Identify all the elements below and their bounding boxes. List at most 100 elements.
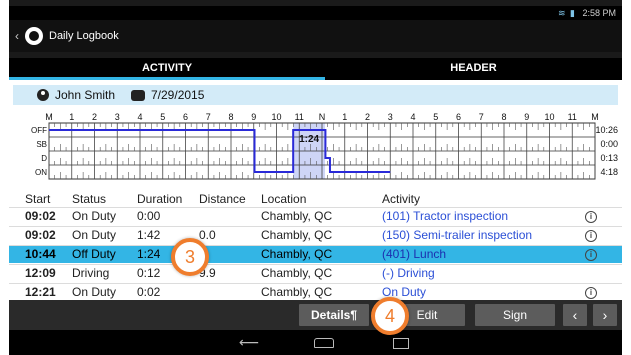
info-icon[interactable]: i xyxy=(585,249,597,261)
graph-hour-label: 9 xyxy=(251,112,256,122)
tab-activity[interactable]: ACTIVITY xyxy=(9,58,325,80)
row-status: On Duty xyxy=(72,209,117,223)
graph-hour-label: N xyxy=(319,112,326,122)
driver-name: John Smith xyxy=(55,88,116,102)
duty-status-graph[interactable]: M 1 2 3 4 5 6 7 8 9 10 11 N 1 2 3 4 5 6 7 8 9 10 11 M OFF SB D ON 10:… xyxy=(9,109,622,185)
table-row[interactable]: 09:02 On Duty 1:42 0.0 Chambly, QC (150)… xyxy=(9,226,622,244)
wifi-battery-icon: ≋ ▮ xyxy=(557,8,576,18)
details-button[interactable]: Details¶ xyxy=(299,304,369,326)
col-start[interactable]: Start xyxy=(25,191,50,207)
table-header: Start Status Duration Distance Location … xyxy=(9,191,622,207)
next-day-button[interactable]: › xyxy=(593,304,617,326)
graph-total: 0:13 xyxy=(600,153,618,163)
previous-day-button[interactable]: ‹ xyxy=(563,304,587,326)
graph-hour-label: 5 xyxy=(433,112,438,122)
row-location: Chambly, QC xyxy=(261,247,333,261)
graph-hour-label: 2 xyxy=(92,112,97,122)
row-start: 12:21 xyxy=(25,285,56,299)
graph-hour-label: 3 xyxy=(115,112,120,122)
graph-hour-label: 1 xyxy=(69,112,74,122)
graph-hour-label: M xyxy=(45,112,53,122)
row-duration: 0:12 xyxy=(137,266,161,280)
col-distance[interactable]: Distance xyxy=(199,191,246,207)
person-icon xyxy=(37,89,49,101)
row-status: On Duty xyxy=(72,285,117,299)
graph-hour-label: 10 xyxy=(544,112,554,122)
driver-bar: John Smith 7/29/2015 xyxy=(13,85,618,105)
app-logo-icon[interactable] xyxy=(25,27,43,45)
bottom-toolbar: Details¶ Edit Sign ‹ › xyxy=(9,300,622,330)
table-row[interactable]: 12:21 On Duty 0:02 Chambly, QC On Duty i xyxy=(9,283,622,301)
graph-total: 0:00 xyxy=(600,139,618,149)
graph-hour-label: 11 xyxy=(295,112,304,122)
graph-hour-label: 8 xyxy=(228,112,233,122)
row-status: On Duty xyxy=(72,228,117,242)
callout-marker-4: 4 xyxy=(371,297,409,335)
table-row[interactable]: 12:09 Driving 0:12 9.9 Chambly, QC (-) D… xyxy=(9,264,622,282)
graph-hour-label: 2 xyxy=(365,112,370,122)
graph-hour-label: 6 xyxy=(456,112,461,122)
row-start: 10:44 xyxy=(25,247,56,261)
graph-total: 10:26 xyxy=(595,125,618,135)
tab-bar: ACTIVITY HEADER xyxy=(9,58,622,80)
back-icon[interactable]: ‹ xyxy=(15,29,19,43)
row-activity[interactable]: (101) Tractor inspection xyxy=(382,208,508,225)
graph-hour-label: 11 xyxy=(568,112,577,122)
graph-hour-label: 5 xyxy=(160,112,165,122)
row-start: 09:02 xyxy=(25,209,56,223)
graph-total: 4:18 xyxy=(600,167,618,177)
callout-marker-3: 3 xyxy=(171,238,209,276)
nav-home-icon[interactable] xyxy=(314,338,334,348)
graph-status-label: SB xyxy=(36,140,47,149)
status-time: 2:58 PM xyxy=(582,8,616,18)
row-start: 09:02 xyxy=(25,228,56,242)
graph-hour-label: M xyxy=(591,112,599,122)
graph-hour-label: 7 xyxy=(479,112,484,122)
graph-hour-label: 1 xyxy=(342,112,347,122)
tab-header[interactable]: HEADER xyxy=(325,58,622,80)
col-duration[interactable]: Duration xyxy=(137,191,182,207)
log-date: 7/29/2015 xyxy=(151,88,205,102)
app-bar: ‹ Daily Logbook xyxy=(9,20,622,52)
row-location: Chambly, QC xyxy=(261,228,333,242)
row-status: Driving xyxy=(72,266,110,280)
row-location: Chambly, QC xyxy=(261,285,333,299)
graph-hour-label: 3 xyxy=(388,112,393,122)
graph-hour-label: 8 xyxy=(501,112,506,122)
graph-status-label: D xyxy=(41,154,47,163)
system-nav-bar: ⟵ xyxy=(9,330,622,355)
row-activity[interactable]: (-) Driving xyxy=(382,265,435,282)
table-row-selected[interactable]: 10:44 Off Duty 1:24 Chambly, QC (401) Lu… xyxy=(9,245,622,263)
sign-button[interactable]: Sign xyxy=(475,304,555,326)
row-location: Chambly, QC xyxy=(261,266,333,280)
graph-hour-label: 4 xyxy=(410,112,415,122)
info-icon[interactable]: i xyxy=(585,211,597,223)
table-row[interactable]: 09:02 On Duty 0:00 Chambly, QC (101) Tra… xyxy=(9,207,622,225)
info-icon[interactable]: i xyxy=(585,287,597,299)
graph-highlight-label: 1:24 xyxy=(299,134,319,145)
calendar-icon xyxy=(131,90,145,101)
row-duration: 0:00 xyxy=(137,209,161,223)
row-start: 12:09 xyxy=(25,266,56,280)
graph-hour-label: 9 xyxy=(524,112,529,122)
row-duration: 0:02 xyxy=(137,285,161,299)
graph-status-label: OFF xyxy=(31,126,47,135)
graph-hour-label: 7 xyxy=(206,112,211,122)
row-location: Chambly, QC xyxy=(261,209,333,223)
row-activity[interactable]: (150) Semi-trailer inspection xyxy=(382,227,532,244)
row-status: Off Duty xyxy=(72,247,116,261)
status-bar: ≋ ▮ 2:58 PM xyxy=(9,6,622,20)
info-icon[interactable]: i xyxy=(585,230,597,242)
row-activity[interactable]: (401) Lunch xyxy=(382,246,446,263)
col-location[interactable]: Location xyxy=(261,191,306,207)
app-title: Daily Logbook xyxy=(49,30,119,42)
graph-hour-label: 10 xyxy=(271,112,281,122)
row-duration: 1:42 xyxy=(137,228,161,242)
col-activity[interactable]: Activity xyxy=(382,191,420,207)
activity-panel: John Smith 7/29/2015 M 1 2 3 4 5 6 7 8 9 10 11 N 1 2 3 4… xyxy=(9,80,622,300)
graph-status-label: ON xyxy=(35,168,47,177)
nav-back-icon[interactable]: ⟵ xyxy=(239,334,259,350)
col-status[interactable]: Status xyxy=(72,191,106,207)
nav-recent-apps-icon[interactable] xyxy=(393,338,409,349)
row-duration: 1:24 xyxy=(137,247,161,261)
